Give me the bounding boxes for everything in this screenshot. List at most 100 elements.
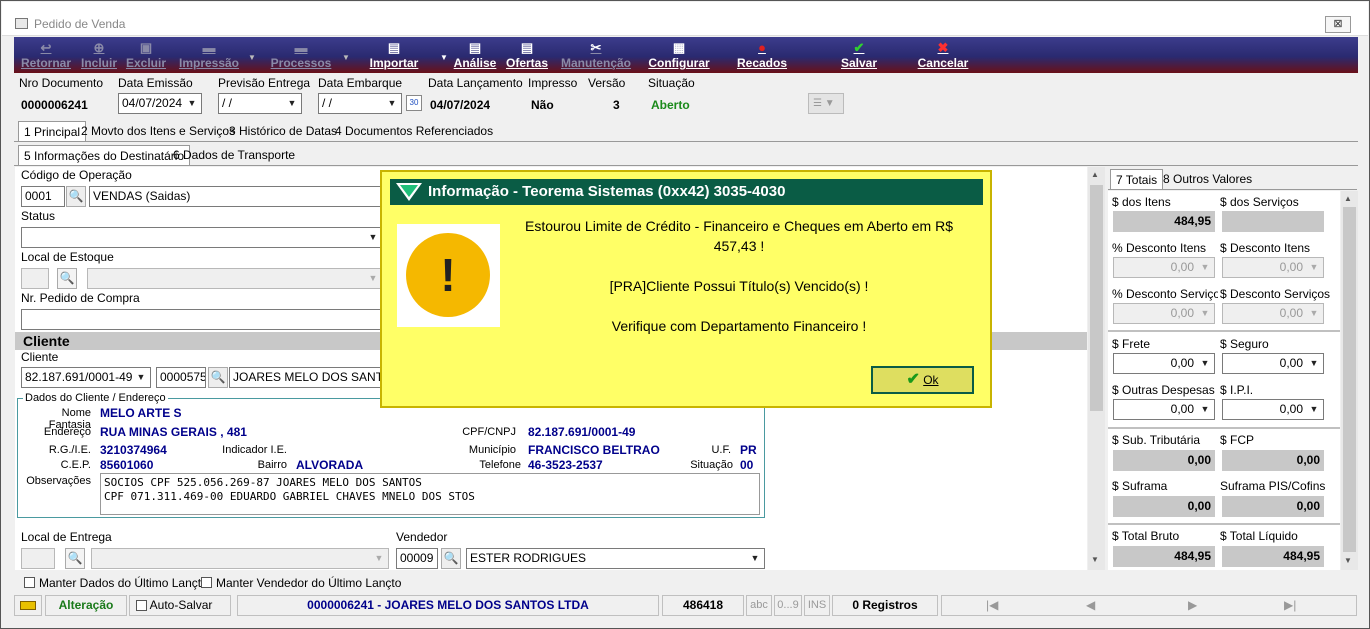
close-button[interactable]: ⊠ [1325,16,1351,33]
tab-dados-transporte[interactable]: 6 Dados de Transporte [168,145,300,165]
search-icon[interactable]: 🔍 [65,548,85,569]
bairro-label: Bairro [257,459,287,471]
excluir-button[interactable]: ▣ Excluir [124,37,168,73]
search-icon[interactable]: 🔍 [208,367,228,388]
scroll-up-icon[interactable]: ▲ [1091,170,1099,179]
observacoes-textarea[interactable]: SOCIOS CPF 525.056.269-87 JOARES MELO DO… [100,473,760,515]
desc-servicos-label: $ Desconto Serviços [1220,287,1331,301]
status-select[interactable]: ▼ [21,227,383,248]
frete-field[interactable]: 0,00 ▼ [1113,353,1215,374]
manter-vendedor-checkbox[interactable] [201,577,212,588]
retornar-button[interactable]: ↩ Retornar [16,37,76,73]
auto-salvar-checkbox[interactable] [136,600,147,611]
search-icon[interactable]: 🔍 [57,268,77,289]
ofertas-button[interactable]: ▤ Ofertas [504,37,550,73]
local-estoque-select[interactable]: ▼ [87,268,383,289]
registros-status: 0 Registros [832,595,938,616]
dialog-message-line: Verifique com Departamento Financeiro ! [611,318,867,334]
chevron-down-icon: ▼ [387,98,397,108]
cancelar-button[interactable]: ✖ Cancelar [914,37,972,73]
search-icon[interactable]: 🔍 [66,186,86,207]
local-entrega-code-field[interactable] [21,548,55,569]
rg-ie-value: 3210374964 [100,443,167,457]
situacao-value: Aberto [651,98,690,112]
tab-documentos-referenciados[interactable]: 4 Documentos Referenciados [330,121,498,141]
scroll-down-icon[interactable]: ▼ [1344,556,1352,565]
total-bruto-label: $ Total Bruto [1112,529,1180,543]
importar-button[interactable]: ▤ Importar ▼ [364,37,448,73]
totals-scrollbar[interactable]: ▲ ▼ [1341,191,1358,570]
tab-totais[interactable]: 7 Totais [1110,169,1164,189]
previsao-entrega-field[interactable]: / / ▼ [218,93,302,114]
desc-itens-field[interactable]: 0,00 ▼ [1222,257,1324,278]
ok-button[interactable]: ✔ Ok [871,366,974,394]
cliente-cnpj-field[interactable]: 82.187.691/0001-49 ▼ [21,367,151,388]
vendedor-codigo-field[interactable]: 00009 [396,548,438,569]
chevron-down-icon: ▼ [440,53,448,62]
nro-documento-value: 0000006241 [21,98,88,112]
chevron-down-icon: ▼ [1200,308,1210,318]
scroll-thumb[interactable] [1090,185,1103,411]
auto-salvar-label: Auto-Salvar [149,598,213,612]
scroll-up-icon[interactable]: ▲ [1344,194,1352,203]
vendedor-select[interactable]: ESTER RODRIGUES ▼ [466,548,765,569]
first-record-icon[interactable]: |◀ [986,596,998,615]
search-icon[interactable]: 🔍 [441,548,461,569]
cep-value: 85601060 [100,458,154,472]
sub-tributaria-value: 0,00 [1113,450,1215,471]
codigo-operacao-field[interactable]: 0001 [21,186,65,207]
seguro-field[interactable]: 0,00 ▼ [1222,353,1324,374]
tab-movto-itens[interactable]: 2 Movto dos Itens e Serviços [76,121,240,141]
local-entrega-label: Local de Entrega [21,530,112,544]
tab-historico-datas[interactable]: 3 Histórico de Datas [224,121,342,141]
perc-desc-itens-field[interactable]: 0,00 ▼ [1113,257,1215,278]
app-icon [15,18,28,29]
manter-dados-checkbox[interactable] [24,577,35,588]
ipi-field[interactable]: 0,00 ▼ [1222,399,1324,420]
numero-status: 486418 [662,595,744,616]
salvar-button[interactable]: ✔ Salvar [836,37,882,73]
scroll-down-icon[interactable]: ▼ [1091,555,1099,564]
processos-button[interactable]: ▬ Processos ▼ [270,37,350,73]
perc-desc-servicos-label: % Desconto Serviços [1112,287,1218,301]
previous-record-icon[interactable]: ◀ [1086,596,1095,615]
rg-ie-label: R.G./I.E. [48,444,91,456]
last-record-icon[interactable]: ▶| [1284,596,1296,615]
list-menu-button[interactable]: ☰ ▼ [808,93,844,114]
local-entrega-select[interactable]: ▼ [91,548,389,569]
tab-outros-valores[interactable]: 8 Outros Valores [1158,169,1257,189]
dos-servicos-value [1222,211,1324,232]
perc-desc-servicos-field[interactable]: 0,00 ▼ [1113,303,1215,324]
impressao-button[interactable]: ▬ Impressão ▼ [176,37,256,73]
next-record-icon[interactable]: ▶ [1188,596,1197,615]
cliente-label: Cliente [21,350,59,364]
nr-pedido-compra-field[interactable] [21,309,383,330]
data-emissao-field[interactable]: 04/07/2024 ▼ [118,93,202,114]
data-embarque-field[interactable]: / / ▼ [318,93,402,114]
desc-servicos-field[interactable]: 0,00 ▼ [1222,303,1324,324]
observacoes-label: Observações [26,475,91,487]
recados-button[interactable]: ● Recados [736,37,788,73]
digits-indicator: 0...9 [774,595,802,616]
configurar-button[interactable]: ▦ Configurar [646,37,712,73]
tab-informacoes-destinatario[interactable]: 5 Informações do Destinatário [18,145,191,165]
observacoes-line: CPF 071.311.469-00 EDUARDO GABRIEL CHAVE… [104,490,475,503]
outras-despesas-field[interactable]: 0,00 ▼ [1113,399,1215,420]
situacao-label: Situação [648,76,695,90]
calendar-icon[interactable]: 30 [406,95,422,111]
vendedor-label: Vendedor [396,530,448,544]
versao-value: 3 [613,98,620,112]
cliente-codigo-field[interactable]: 0000575 [156,367,206,388]
left-panel-scrollbar[interactable]: ▲ ▼ [1088,167,1105,570]
navigation-bar: |◀ ◀ ▶ ▶| [941,595,1357,616]
documento-status: 0000006241 - JOARES MELO DOS SANTOS LTDA [237,595,659,616]
chevron-down-icon: ▼ [1309,262,1319,272]
incluir-button[interactable]: ⊕ Incluir [78,37,120,73]
desc-itens-label: $ Desconto Itens [1220,241,1311,255]
nome-fantasia-value: MELO ARTE S [100,406,182,420]
manutencao-button[interactable]: ✂ Manutenção [558,37,634,73]
document-icon: ▤ [468,40,482,55]
local-estoque-code-field[interactable] [21,268,49,289]
analise-button[interactable]: ▤ Análise [452,37,498,73]
scroll-thumb[interactable] [1343,207,1356,552]
